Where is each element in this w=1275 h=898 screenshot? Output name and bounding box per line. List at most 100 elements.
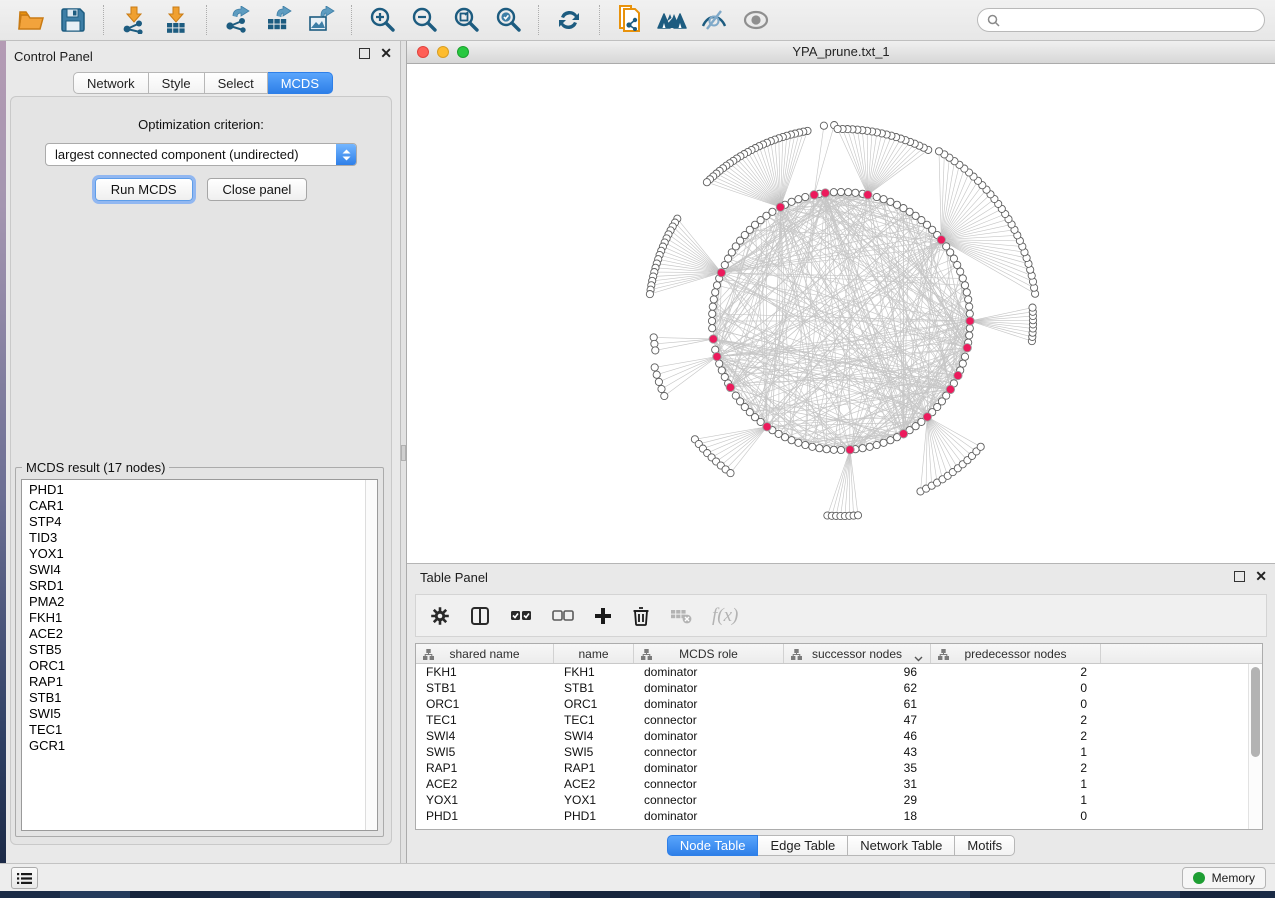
tab-network[interactable]: Network xyxy=(73,72,149,94)
graph-node[interactable] xyxy=(809,443,816,450)
graph-node[interactable] xyxy=(708,317,715,324)
save-session-icon[interactable] xyxy=(56,3,90,37)
select-all-rows-icon[interactable] xyxy=(510,609,532,623)
graph-hub-node[interactable] xyxy=(963,344,971,352)
zoom-in-icon[interactable] xyxy=(365,3,399,37)
graph-node[interactable] xyxy=(837,188,844,195)
graph-node[interactable] xyxy=(966,325,973,332)
close-panel-icon[interactable]: ✕ xyxy=(380,48,392,59)
graph-leaf-node[interactable] xyxy=(834,125,841,132)
graph-node[interactable] xyxy=(816,445,823,452)
graph-node[interactable] xyxy=(873,441,880,448)
tab-select[interactable]: Select xyxy=(205,72,268,94)
delete-column-icon[interactable] xyxy=(632,606,650,626)
mcds-result-item[interactable]: GCR1 xyxy=(29,738,364,754)
mcds-result-item[interactable]: TEC1 xyxy=(29,722,364,738)
graph-node[interactable] xyxy=(963,289,970,296)
toggle-panel-columns-icon[interactable] xyxy=(470,606,490,626)
mcds-result-item[interactable]: RAP1 xyxy=(29,674,364,690)
close-table-panel-icon[interactable]: ✕ xyxy=(1255,571,1267,582)
graph-hub-node[interactable] xyxy=(846,446,854,454)
column-header-predecessor-nodes[interactable]: predecessor nodes xyxy=(931,644,1101,663)
mcds-result-item[interactable]: ACE2 xyxy=(29,626,364,642)
column-header-name[interactable]: name xyxy=(554,644,634,663)
window-maximize-icon[interactable] xyxy=(457,46,469,58)
export-network-icon[interactable] xyxy=(220,3,254,37)
graph-node[interactable] xyxy=(732,392,739,399)
zoom-selected-icon[interactable] xyxy=(491,3,525,37)
table-row[interactable]: ORC1ORC1dominator610 xyxy=(416,696,1248,712)
float-panel-icon[interactable] xyxy=(359,48,370,59)
graph-hub-node[interactable] xyxy=(864,191,872,199)
graph-leaf-node[interactable] xyxy=(652,347,659,354)
network-window-titlebar[interactable]: YPA_prune.txt_1 xyxy=(407,41,1275,64)
zoom-out-icon[interactable] xyxy=(407,3,441,37)
mcds-result-item[interactable]: SWI5 xyxy=(29,706,364,722)
graph-hub-node[interactable] xyxy=(713,352,721,360)
graph-node[interactable] xyxy=(887,437,894,444)
column-header-shared-name[interactable]: shared name xyxy=(416,644,554,663)
table-options-gear-icon[interactable] xyxy=(430,606,450,626)
memory-button[interactable]: Memory xyxy=(1182,867,1266,889)
deselect-all-rows-icon[interactable] xyxy=(552,609,574,623)
export-image-icon[interactable] xyxy=(304,3,338,37)
first-neighbors-icon[interactable] xyxy=(655,3,689,37)
table-row[interactable]: FKH1FKH1dominator962 xyxy=(416,664,1248,680)
graph-node[interactable] xyxy=(802,441,809,448)
panel-splitter[interactable] xyxy=(400,41,407,863)
graph-node[interactable] xyxy=(959,360,966,367)
graph-hub-node[interactable] xyxy=(954,371,962,379)
splitter-grip[interactable] xyxy=(401,445,406,461)
graph-hub-node[interactable] xyxy=(937,236,945,244)
table-scrollbar-track[interactable] xyxy=(1248,664,1262,829)
mcds-result-item[interactable]: STB5 xyxy=(29,642,364,658)
graph-node[interactable] xyxy=(710,296,717,303)
graph-node[interactable] xyxy=(961,282,968,289)
optimization-criterion-dropdown[interactable]: largest connected component (undirected) xyxy=(45,143,357,166)
mcds-result-item[interactable]: PHD1 xyxy=(29,482,364,498)
graph-node[interactable] xyxy=(880,196,887,203)
import-table-icon[interactable] xyxy=(159,3,193,37)
graph-node[interactable] xyxy=(873,193,880,200)
tab-motifs[interactable]: Motifs xyxy=(955,835,1015,856)
tab-mcds[interactable]: MCDS xyxy=(268,72,333,94)
mcds-result-item[interactable]: TID3 xyxy=(29,530,364,546)
graph-node[interactable] xyxy=(795,439,802,446)
graph-node[interactable] xyxy=(709,325,716,332)
graph-leaf-node[interactable] xyxy=(651,340,658,347)
refresh-layout-icon[interactable] xyxy=(552,3,586,37)
table-scrollbar-thumb[interactable] xyxy=(1251,667,1260,757)
graph-node[interactable] xyxy=(788,437,795,444)
column-header-MCDS-role[interactable]: MCDS role xyxy=(634,644,784,663)
graph-node[interactable] xyxy=(961,353,968,360)
graph-hub-node[interactable] xyxy=(923,413,931,421)
graph-node[interactable] xyxy=(887,198,894,205)
graph-hub-node[interactable] xyxy=(899,430,907,438)
graph-hub-node[interactable] xyxy=(810,191,818,199)
graph-leaf-node[interactable] xyxy=(661,392,668,399)
table-row[interactable]: STB1STB1dominator620 xyxy=(416,680,1248,696)
graph-node[interactable] xyxy=(788,198,795,205)
table-row[interactable]: ACE2ACE2connector311 xyxy=(416,776,1248,792)
search-input[interactable] xyxy=(1006,13,1255,27)
graph-node[interactable] xyxy=(957,268,964,275)
graph-node[interactable] xyxy=(802,193,809,200)
mcds-result-item[interactable]: SRD1 xyxy=(29,578,364,594)
graph-node[interactable] xyxy=(954,261,961,268)
graph-node[interactable] xyxy=(769,208,776,215)
new-network-from-selection-icon[interactable] xyxy=(613,3,647,37)
mcds-result-list[interactable]: PHD1CAR1STP4TID3YOX1SWI4SRD1PMA2FKH1ACE2… xyxy=(21,479,378,831)
graph-hub-node[interactable] xyxy=(717,269,725,277)
graph-node[interactable] xyxy=(709,303,716,310)
graph-node[interactable] xyxy=(880,439,887,446)
export-table-icon[interactable] xyxy=(262,3,296,37)
graph-node[interactable] xyxy=(959,275,966,282)
graph-leaf-node[interactable] xyxy=(646,291,653,298)
table-row[interactable]: SWI5SWI5connector431 xyxy=(416,744,1248,760)
table-row[interactable]: YOX1YOX1connector291 xyxy=(416,792,1248,808)
column-header-successor-nodes[interactable]: successor nodes xyxy=(784,644,931,663)
graph-node[interactable] xyxy=(859,445,866,452)
graph-leaf-node[interactable] xyxy=(854,512,861,519)
table-row[interactable]: RAP1RAP1dominator352 xyxy=(416,760,1248,776)
graph-hub-node[interactable] xyxy=(946,385,954,393)
